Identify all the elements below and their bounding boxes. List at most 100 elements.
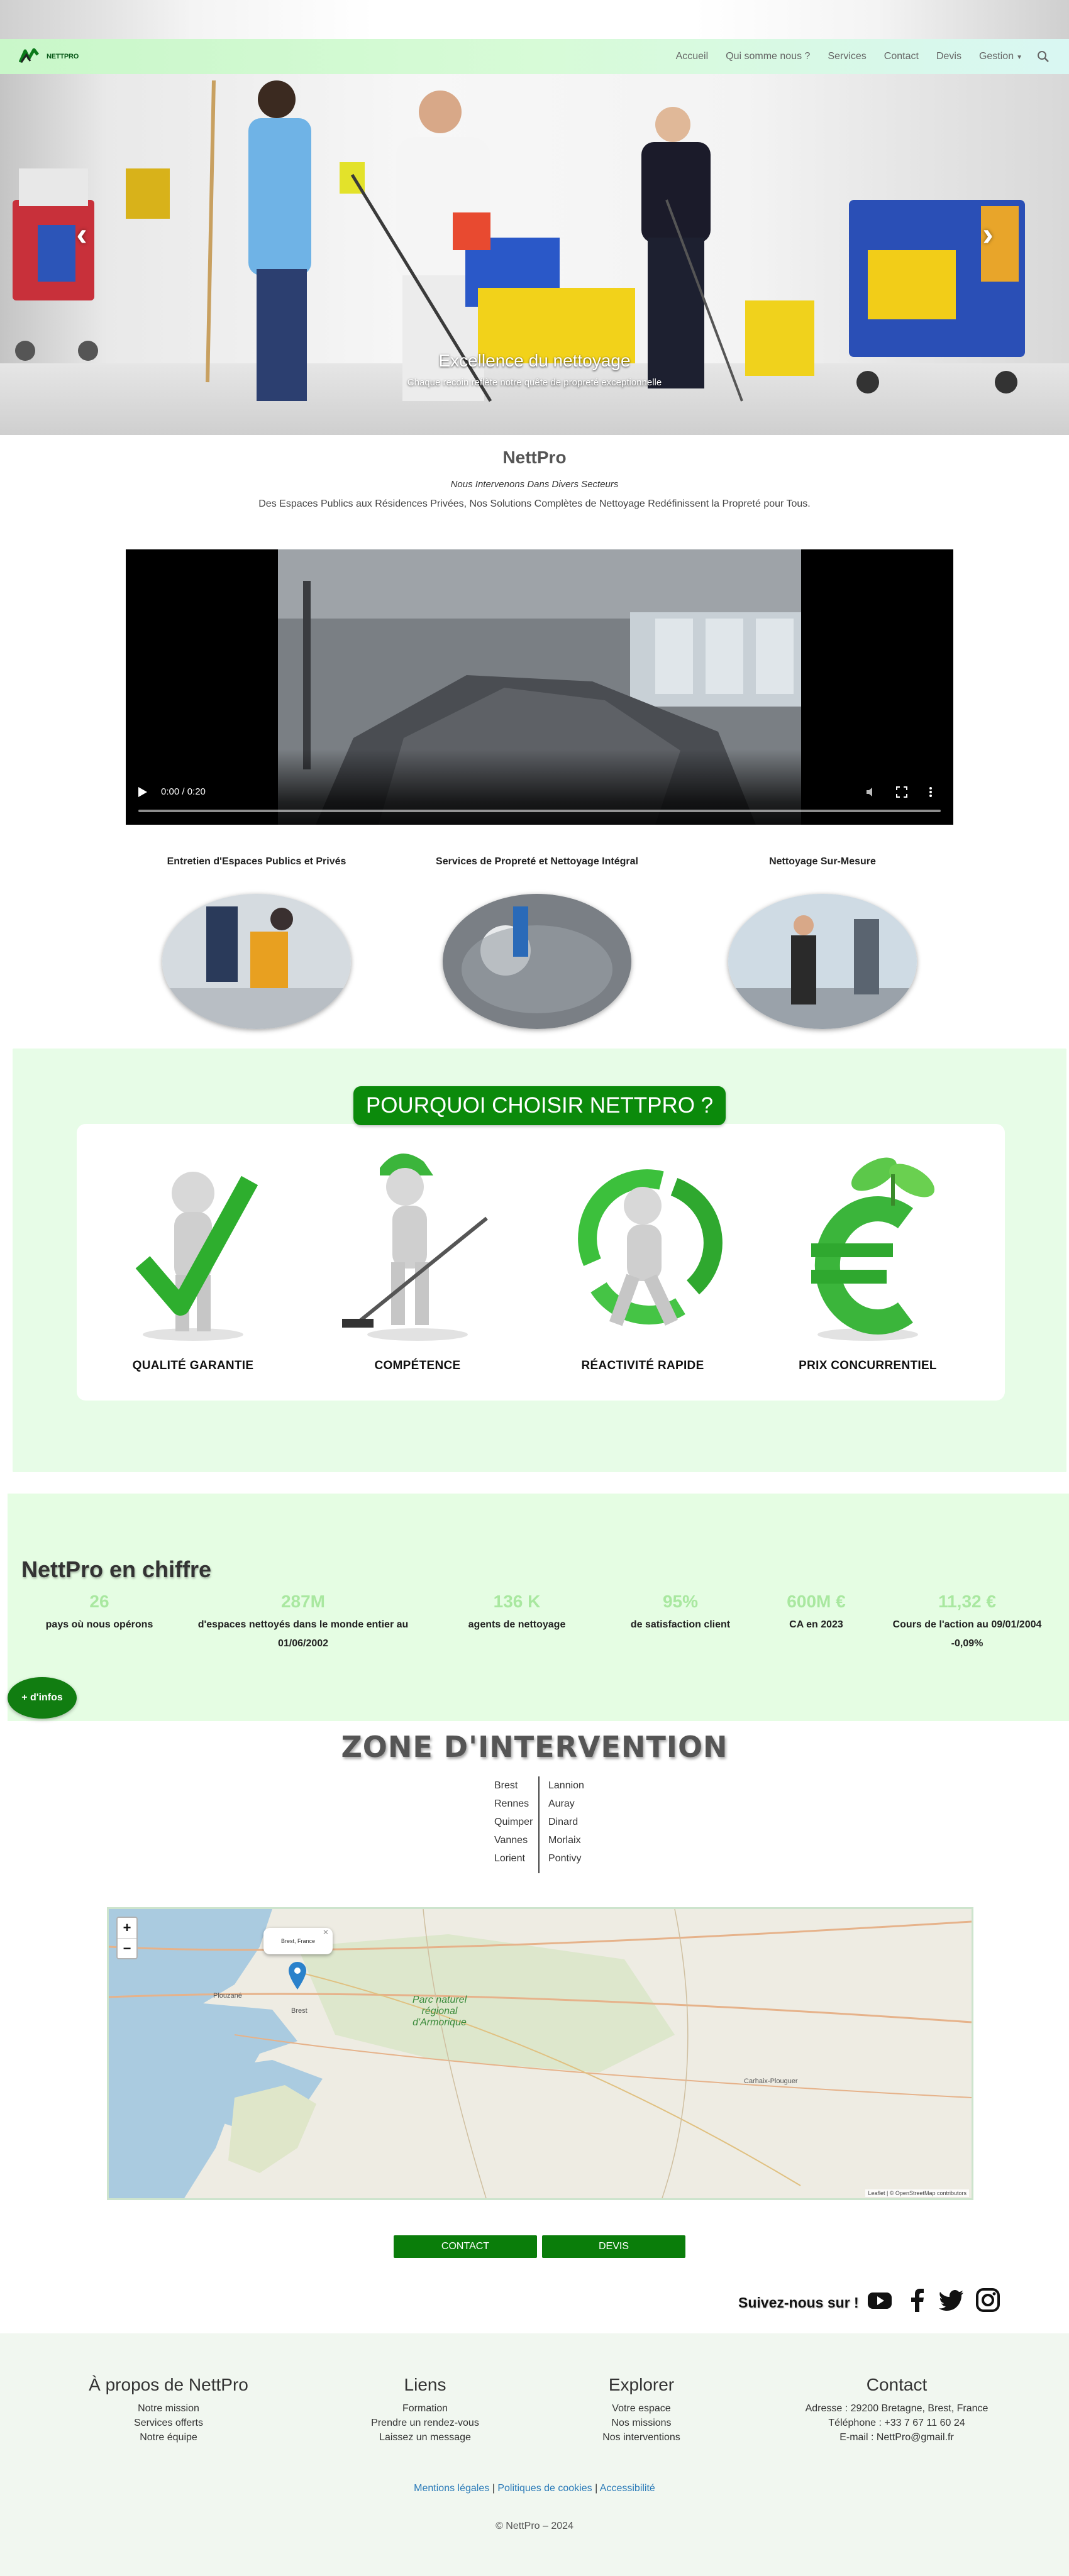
stat-label: d'espaces nettoyés dans le monde entier … — [197, 1619, 409, 1649]
hero-title: Excellence du nettoyage — [438, 351, 631, 370]
video-progress-bar[interactable] — [138, 810, 941, 812]
stat-item: 600M € CA en 2023 — [760, 1592, 873, 1634]
zoom-in-button[interactable]: + — [118, 1918, 136, 1938]
footer-link[interactable]: Votre espace — [528, 2401, 755, 2416]
footer-link[interactable]: Formation — [312, 2401, 538, 2416]
play-icon[interactable] — [138, 787, 147, 797]
facebook-icon[interactable] — [904, 2287, 931, 2313]
footer-links: Liens Formation Prendre un rendez-vous L… — [312, 2375, 538, 2445]
zone-city: Brest — [494, 1780, 518, 1791]
footer-link[interactable]: Notre mission — [55, 2401, 282, 2416]
top-banner — [0, 0, 1069, 39]
accessibility-link[interactable]: Accessibilité — [600, 2483, 655, 2494]
logo[interactable]: NETTPRO — [19, 48, 94, 65]
hero-subtitle: Chaque recoin reflète notre quête de pro… — [407, 377, 662, 388]
nav-management-label: Gestion — [978, 51, 1014, 62]
follow-label: Suivez-nous sur ! — [738, 2294, 859, 2311]
map-zoom-controls: + − — [116, 1917, 138, 1959]
stat-label: CA en 2023 — [789, 1619, 843, 1630]
intro-description: Des Espaces Publics aux Résidences Privé… — [258, 498, 811, 509]
stat-label: Cours de l'action au 09/01/2004 -0,09% — [892, 1619, 1042, 1649]
footer-link[interactable]: Notre équipe — [55, 2430, 282, 2445]
zone-city: Morlaix — [548, 1835, 581, 1846]
footer-about-title: À propos de NettPro — [89, 2375, 248, 2394]
video-player[interactable]: 0:00 / 0:20 — [126, 549, 953, 825]
zone-city: Pontivy — [548, 1853, 582, 1864]
footer-explore: Explorer Votre espace Nos missions Nos i… — [528, 2375, 755, 2445]
footer-link[interactable]: Services offerts — [55, 2416, 282, 2430]
footer-link[interactable]: Prendre un rendez-vous — [312, 2416, 538, 2430]
service-card: Nettoyage Sur-Mesure — [703, 856, 942, 1029]
zone-right-column: Lannion Auray Dinard Morlaix Pontivy — [548, 1776, 584, 1868]
contact-button[interactable]: CONTACT — [394, 2235, 537, 2258]
zoom-out-button[interactable]: − — [118, 1938, 136, 1958]
nav-menu: Accueil Qui somme nous ? Services Contac… — [667, 50, 1050, 63]
nav-management-dropdown[interactable]: Gestion ▼ — [970, 51, 1031, 62]
fullscreen-icon[interactable] — [895, 786, 908, 798]
footer-legal-links: Mentions légales | Politiques de cookies… — [414, 2483, 655, 2494]
footer-link[interactable]: Laissez un message — [312, 2430, 538, 2445]
stats-title: NettPro en chiffre — [21, 1556, 212, 1582]
carousel-prev-icon[interactable]: ‹ — [66, 218, 97, 251]
why-item: RÉACTIVITÉ RAPIDE — [536, 1137, 750, 1373]
volume-icon[interactable] — [865, 786, 878, 798]
twitter-icon[interactable] — [938, 2287, 965, 2313]
nav-services[interactable]: Services — [819, 51, 875, 62]
footer-contact-title: Contact — [866, 2375, 928, 2394]
stat-label: de satisfaction client — [630, 1619, 731, 1630]
why-item: PRIX CONCURRENTIEL — [761, 1137, 975, 1373]
legal-notice-link[interactable]: Mentions légales — [414, 2483, 489, 2494]
stat-item: 287M d'espaces nettoyés dans le monde en… — [196, 1592, 410, 1653]
hero-carousel: ‹ › Excellence du nettoyage Chaque recoi… — [0, 74, 1069, 435]
footer-contact: Contact Adresse : 29200 Bretagne, Brest,… — [784, 2375, 1010, 2445]
cookie-policy-link[interactable]: Politiques de cookies — [497, 2483, 592, 2494]
zone-city: Lannion — [548, 1780, 584, 1791]
zone-city: Lorient — [494, 1853, 525, 1864]
checkmark-figure-icon — [135, 1172, 258, 1341]
search-icon[interactable] — [1036, 50, 1050, 63]
map-popup: Brest, France ✕ — [263, 1928, 333, 1954]
instagram-icon[interactable] — [975, 2287, 1001, 2313]
carousel-next-icon[interactable]: › — [972, 218, 1004, 251]
service-image — [443, 894, 631, 1029]
youtube-icon[interactable] — [867, 2287, 893, 2313]
nav-about[interactable]: Qui somme nous ? — [717, 51, 819, 62]
footer-email[interactable]: E-mail : NettPro@gmail.fr — [784, 2430, 1010, 2445]
zone-left-column: Brest Rennes Quimper Vannes Lorient — [494, 1776, 533, 1868]
quote-button[interactable]: DEVIS — [542, 2235, 685, 2258]
footer: À propos de NettPro Notre mission Servic… — [0, 2333, 1069, 2576]
nav-quote[interactable]: Devis — [928, 51, 970, 62]
stat-value: 95% — [662, 1592, 699, 1611]
zone-city-list: Brest Rennes Quimper Vannes Lorient Lann… — [494, 1776, 595, 1873]
nav-contact[interactable]: Contact — [875, 51, 928, 62]
logo-icon — [19, 48, 39, 63]
why-label: COMPÉTENCE — [374, 1359, 461, 1372]
footer-link[interactable]: Nos missions — [528, 2416, 755, 2430]
logo-text: NETTPRO — [47, 53, 79, 60]
map[interactable]: Plouzané Brest Parc naturel régional d'A… — [107, 1907, 973, 2200]
stat-value: 600M € — [787, 1592, 846, 1611]
close-icon[interactable]: ✕ — [323, 1919, 329, 1946]
why-item: COMPÉTENCE — [311, 1137, 524, 1373]
more-info-button[interactable]: + d'infos — [8, 1677, 77, 1719]
zone-city: Auray — [548, 1798, 575, 1809]
why-section: QUALITÉ GARANTIE COMPÉTENCE RÉACTIVITÉ R… — [13, 1049, 1066, 1472]
zone-city: Rennes — [494, 1798, 529, 1809]
map-marker-icon[interactable] — [289, 1962, 306, 1990]
stat-label: pays où nous opérons — [45, 1619, 153, 1630]
video-time: 0:00 / 0:20 — [161, 786, 206, 797]
zone-title: ZONE D'INTERVENTION — [341, 1730, 728, 1764]
stats-section: NettPro en chiffre 26 pays où nous opéro… — [8, 1494, 1069, 1721]
map-park-label: Parc naturel régional d'Armorique — [412, 1995, 467, 2028]
footer-links-title: Liens — [404, 2375, 446, 2394]
service-image — [728, 894, 917, 1029]
more-options-icon[interactable] — [924, 786, 937, 798]
zone-city: Quimper — [494, 1817, 533, 1827]
intro-subtitle: Nous Intervenons Dans Divers Secteurs — [450, 479, 619, 490]
footer-link[interactable]: Nos interventions — [528, 2430, 755, 2445]
zone-divider — [538, 1776, 540, 1873]
stat-value: 136 K — [493, 1592, 541, 1611]
nav-home[interactable]: Accueil — [667, 51, 717, 62]
stat-value: 26 — [89, 1592, 109, 1611]
map-attribution[interactable]: Leaflet | © OpenStreetMap contributors — [865, 2189, 969, 2197]
